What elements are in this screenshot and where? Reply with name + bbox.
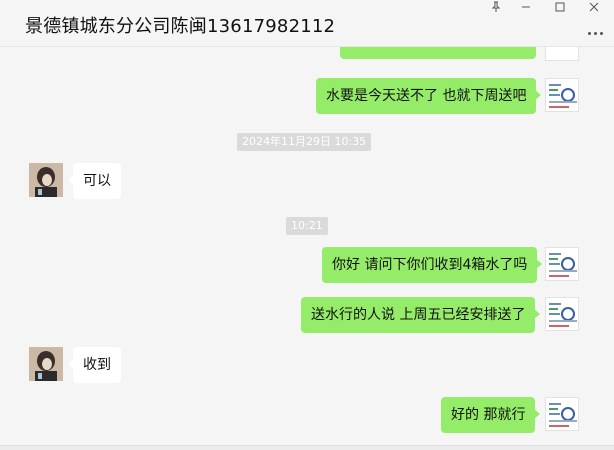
close-button[interactable] <box>580 0 608 14</box>
input-area-edge <box>0 445 614 450</box>
my-avatar[interactable] <box>545 78 579 112</box>
chat-header: 景德镇城东分公司陈闽13617982112 <box>0 0 614 47</box>
contact-avatar[interactable] <box>29 163 63 197</box>
timestamp: 10:21 <box>286 217 328 235</box>
message-bubble[interactable]: 收到 <box>68 347 121 383</box>
message-bubble[interactable]: 送水行的人说 上周五已经安排送了 <box>301 297 541 333</box>
maximize-button[interactable] <box>546 0 574 14</box>
contact-avatar[interactable] <box>29 347 63 381</box>
message-bubble[interactable]: 好的 那就行 <box>441 397 541 433</box>
avatar[interactable] <box>545 47 579 61</box>
message-bubble-cut[interactable] <box>340 47 536 59</box>
chat-title: 景德镇城东分公司陈闽13617982112 <box>25 16 336 37</box>
timestamp: 2024年11月29日 10:35 <box>237 133 372 151</box>
my-avatar[interactable] <box>545 297 579 331</box>
more-options-icon[interactable] <box>584 28 606 38</box>
message-bubble[interactable]: 水要是今天送不了 也就下周送吧 <box>316 78 542 114</box>
chat-area[interactable]: 水要是今天送不了 也就下周送吧 2024年11月29日 10:35 可以 10:… <box>0 47 614 445</box>
pin-icon[interactable] <box>482 0 510 14</box>
message-bubble[interactable]: 可以 <box>68 163 121 199</box>
message-bubble[interactable]: 你好 请问下你们收到4箱水了吗 <box>322 247 543 283</box>
my-avatar[interactable] <box>545 247 579 281</box>
minimize-button[interactable] <box>512 0 540 14</box>
my-avatar[interactable] <box>545 397 579 431</box>
